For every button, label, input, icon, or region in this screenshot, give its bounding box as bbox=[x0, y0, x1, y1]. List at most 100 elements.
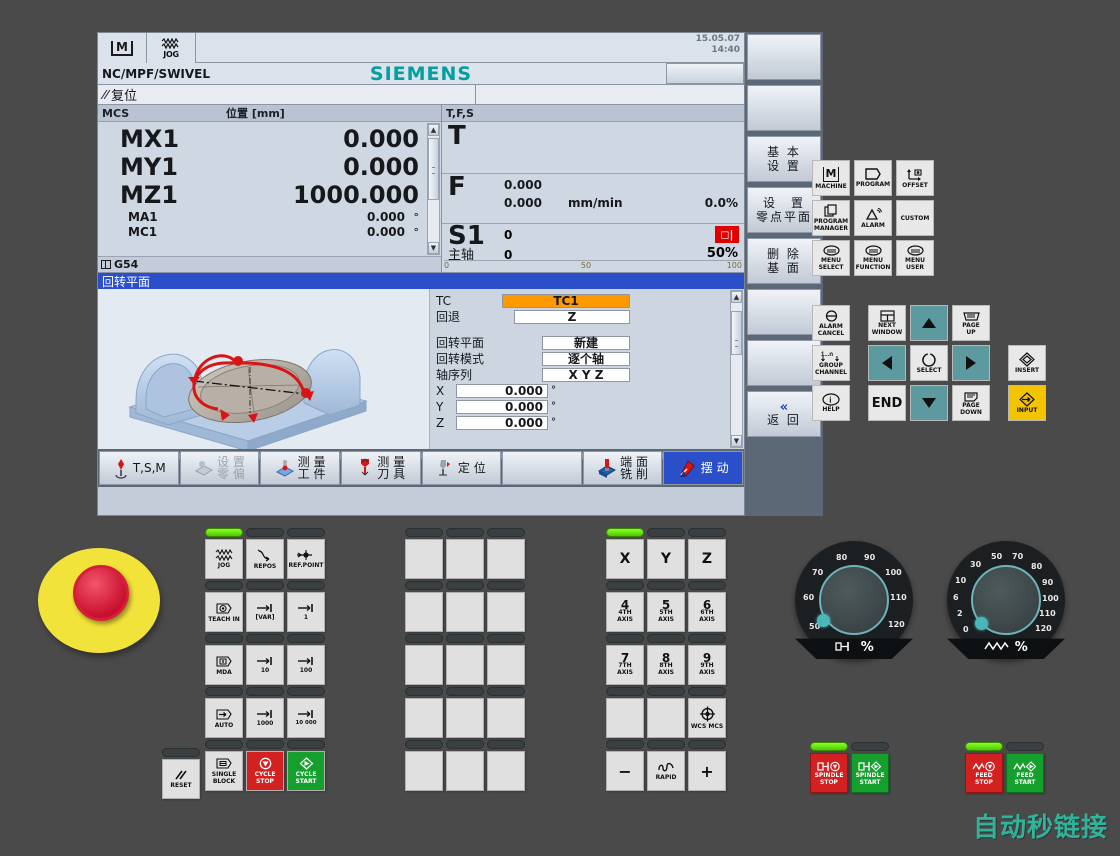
key-blank[interactable] bbox=[446, 539, 484, 579]
field-value[interactable]: TC1 bbox=[502, 293, 630, 308]
key-teach-in[interactable]: TEACH IN bbox=[205, 592, 243, 632]
field-swivel-mode[interactable]: 回转模式 逐个轴 bbox=[436, 351, 726, 366]
vertical-softkey-basic-settings[interactable]: 基 本 设 置 bbox=[747, 136, 821, 182]
key-blank[interactable] bbox=[647, 698, 685, 738]
softkey-empty[interactable] bbox=[502, 451, 582, 485]
dialog-scrollbar[interactable]: ▲ ▼ bbox=[730, 290, 743, 448]
vertical-softkey-back[interactable]: « 返 回 bbox=[747, 391, 821, 437]
field-value[interactable]: Z bbox=[514, 309, 630, 324]
key-blank[interactable] bbox=[446, 645, 484, 685]
vertical-softkey-1[interactable] bbox=[747, 34, 821, 80]
key-group-channel[interactable]: 1...n GROUP CHANNEL bbox=[812, 345, 850, 381]
key-inc-1[interactable]: 1 bbox=[287, 592, 325, 632]
softkey-face-milling[interactable]: 端 面铣 削 bbox=[582, 451, 663, 485]
field-angle-x[interactable]: X 0.000 ° bbox=[436, 383, 726, 398]
key-blank[interactable] bbox=[405, 645, 443, 685]
key-blank[interactable] bbox=[487, 698, 525, 738]
scroll-track[interactable] bbox=[428, 136, 439, 242]
key-inc-100[interactable]: 100 bbox=[287, 645, 325, 685]
key-mda[interactable]: MDA bbox=[205, 645, 243, 685]
key-next-window[interactable]: NEXT WINDOW bbox=[868, 305, 906, 341]
position-scrollbar[interactable]: ▲ ▼ bbox=[427, 123, 440, 255]
feed-override-dial[interactable]: 0 2 6 10 30 50 70 80 90 100 110 120 % bbox=[947, 541, 1065, 659]
key-spindle-start[interactable]: SPINDLE START bbox=[851, 753, 889, 793]
key-arrow-right[interactable] bbox=[952, 345, 990, 381]
key-blank[interactable] bbox=[487, 592, 525, 632]
spindle-override-dial[interactable]: 50 60 70 80 90 100 110 120 % bbox=[795, 541, 913, 659]
dial-pointer[interactable] bbox=[817, 614, 830, 627]
key-plus[interactable]: + bbox=[688, 751, 726, 791]
scroll-up-icon[interactable]: ▲ bbox=[731, 291, 742, 303]
softkey-position[interactable]: 定 位 bbox=[421, 451, 502, 485]
scroll-track[interactable] bbox=[731, 303, 742, 435]
key-axis-5[interactable]: 5 5TH AXIS bbox=[647, 592, 685, 632]
key-inc-10000[interactable]: 10 000 bbox=[287, 698, 325, 738]
softkey-swivel[interactable]: 摆 动 bbox=[663, 451, 743, 485]
key-blank[interactable] bbox=[446, 751, 484, 791]
scroll-down-icon[interactable]: ▼ bbox=[731, 435, 742, 447]
vertical-softkey-2[interactable] bbox=[747, 85, 821, 131]
vertical-softkey-set-zero-plane[interactable]: 设 置 零点平面 bbox=[747, 187, 821, 233]
field-value[interactable]: 0.000 bbox=[456, 399, 548, 414]
vertical-softkey-6[interactable] bbox=[747, 289, 821, 335]
field-tc[interactable]: TC TC1 bbox=[436, 293, 726, 308]
key-repos[interactable]: REPOS bbox=[246, 539, 284, 579]
key-inc-var[interactable]: [VAR] bbox=[246, 592, 284, 632]
softkey-work-offset[interactable]: 设 置零 偏 bbox=[179, 451, 260, 485]
scroll-down-icon[interactable]: ▼ bbox=[428, 242, 439, 254]
key-jog[interactable]: JOG bbox=[205, 539, 243, 579]
key-program-manager[interactable]: PROGRAM MANAGER bbox=[812, 200, 850, 236]
key-axis-x[interactable]: X bbox=[606, 539, 644, 579]
key-help[interactable]: i HELP bbox=[812, 385, 850, 421]
key-blank[interactable] bbox=[446, 592, 484, 632]
field-value[interactable]: 0.000 bbox=[456, 383, 548, 398]
field-value[interactable]: X Y Z bbox=[542, 367, 630, 382]
softkey-measure-tool[interactable]: 测 量刀 具 bbox=[340, 451, 421, 485]
key-reset[interactable]: RESET bbox=[162, 759, 200, 799]
key-axis-6[interactable]: 6 6TH AXIS bbox=[688, 592, 726, 632]
key-minus[interactable]: − bbox=[606, 751, 644, 791]
key-end[interactable]: END bbox=[868, 385, 906, 421]
key-menu-user[interactable]: MENU USER bbox=[896, 240, 934, 276]
key-custom[interactable]: CUSTOM bbox=[896, 200, 934, 236]
field-swivel-plane[interactable]: 回转平面 新建 bbox=[436, 335, 726, 350]
key-blank[interactable] bbox=[487, 751, 525, 791]
field-retract[interactable]: 回退 Z bbox=[436, 309, 726, 324]
key-ref-point[interactable]: REF.POINT bbox=[287, 539, 325, 579]
key-auto[interactable]: AUTO bbox=[205, 698, 243, 738]
key-axis-z[interactable]: Z bbox=[688, 539, 726, 579]
key-blank[interactable] bbox=[487, 539, 525, 579]
key-blank[interactable] bbox=[405, 592, 443, 632]
key-blank[interactable] bbox=[405, 698, 443, 738]
scroll-up-icon[interactable]: ▲ bbox=[428, 124, 439, 136]
key-machine[interactable]: M MACHINE bbox=[812, 160, 850, 196]
key-feed-stop[interactable]: FEED STOP bbox=[965, 753, 1003, 793]
key-offset[interactable]: OFFSET bbox=[896, 160, 934, 196]
dial-pointer[interactable] bbox=[975, 617, 988, 630]
softkey-measure-workpiece[interactable]: 测 量工 件 bbox=[260, 451, 340, 485]
machine-area-icon[interactable]: M bbox=[98, 33, 147, 63]
key-select[interactable]: SELECT bbox=[910, 345, 948, 381]
key-arrow-down[interactable] bbox=[910, 385, 948, 421]
vertical-softkey-7[interactable] bbox=[747, 340, 821, 386]
key-wcs-mcs[interactable]: WCS MCS bbox=[688, 698, 726, 738]
scroll-thumb[interactable] bbox=[428, 138, 439, 200]
field-axis-sequence[interactable]: 轴序列 X Y Z bbox=[436, 367, 726, 382]
key-rapid[interactable]: RAPID bbox=[647, 751, 685, 791]
key-alarm-cancel[interactable]: ALARM CANCEL bbox=[812, 305, 850, 341]
key-page-up[interactable]: PAGE UP bbox=[952, 305, 990, 341]
key-feed-start[interactable]: FEED START bbox=[1006, 753, 1044, 793]
key-arrow-up[interactable] bbox=[910, 305, 948, 341]
scroll-thumb[interactable] bbox=[731, 311, 742, 355]
path-softkey[interactable] bbox=[666, 63, 744, 84]
key-insert[interactable]: INSERT bbox=[1008, 345, 1046, 381]
key-spindle-stop[interactable]: SPINDLE STOP bbox=[810, 753, 848, 793]
key-menu-select[interactable]: MENU SELECT bbox=[812, 240, 850, 276]
key-blank[interactable] bbox=[405, 539, 443, 579]
field-angle-y[interactable]: Y 0.000 ° bbox=[436, 399, 726, 414]
key-axis-9[interactable]: 9 9TH AXIS bbox=[688, 645, 726, 685]
emergency-stop-button[interactable] bbox=[73, 565, 129, 621]
key-blank[interactable] bbox=[487, 645, 525, 685]
key-axis-7[interactable]: 7 7TH AXIS bbox=[606, 645, 644, 685]
field-value[interactable]: 逐个轴 bbox=[542, 351, 630, 366]
